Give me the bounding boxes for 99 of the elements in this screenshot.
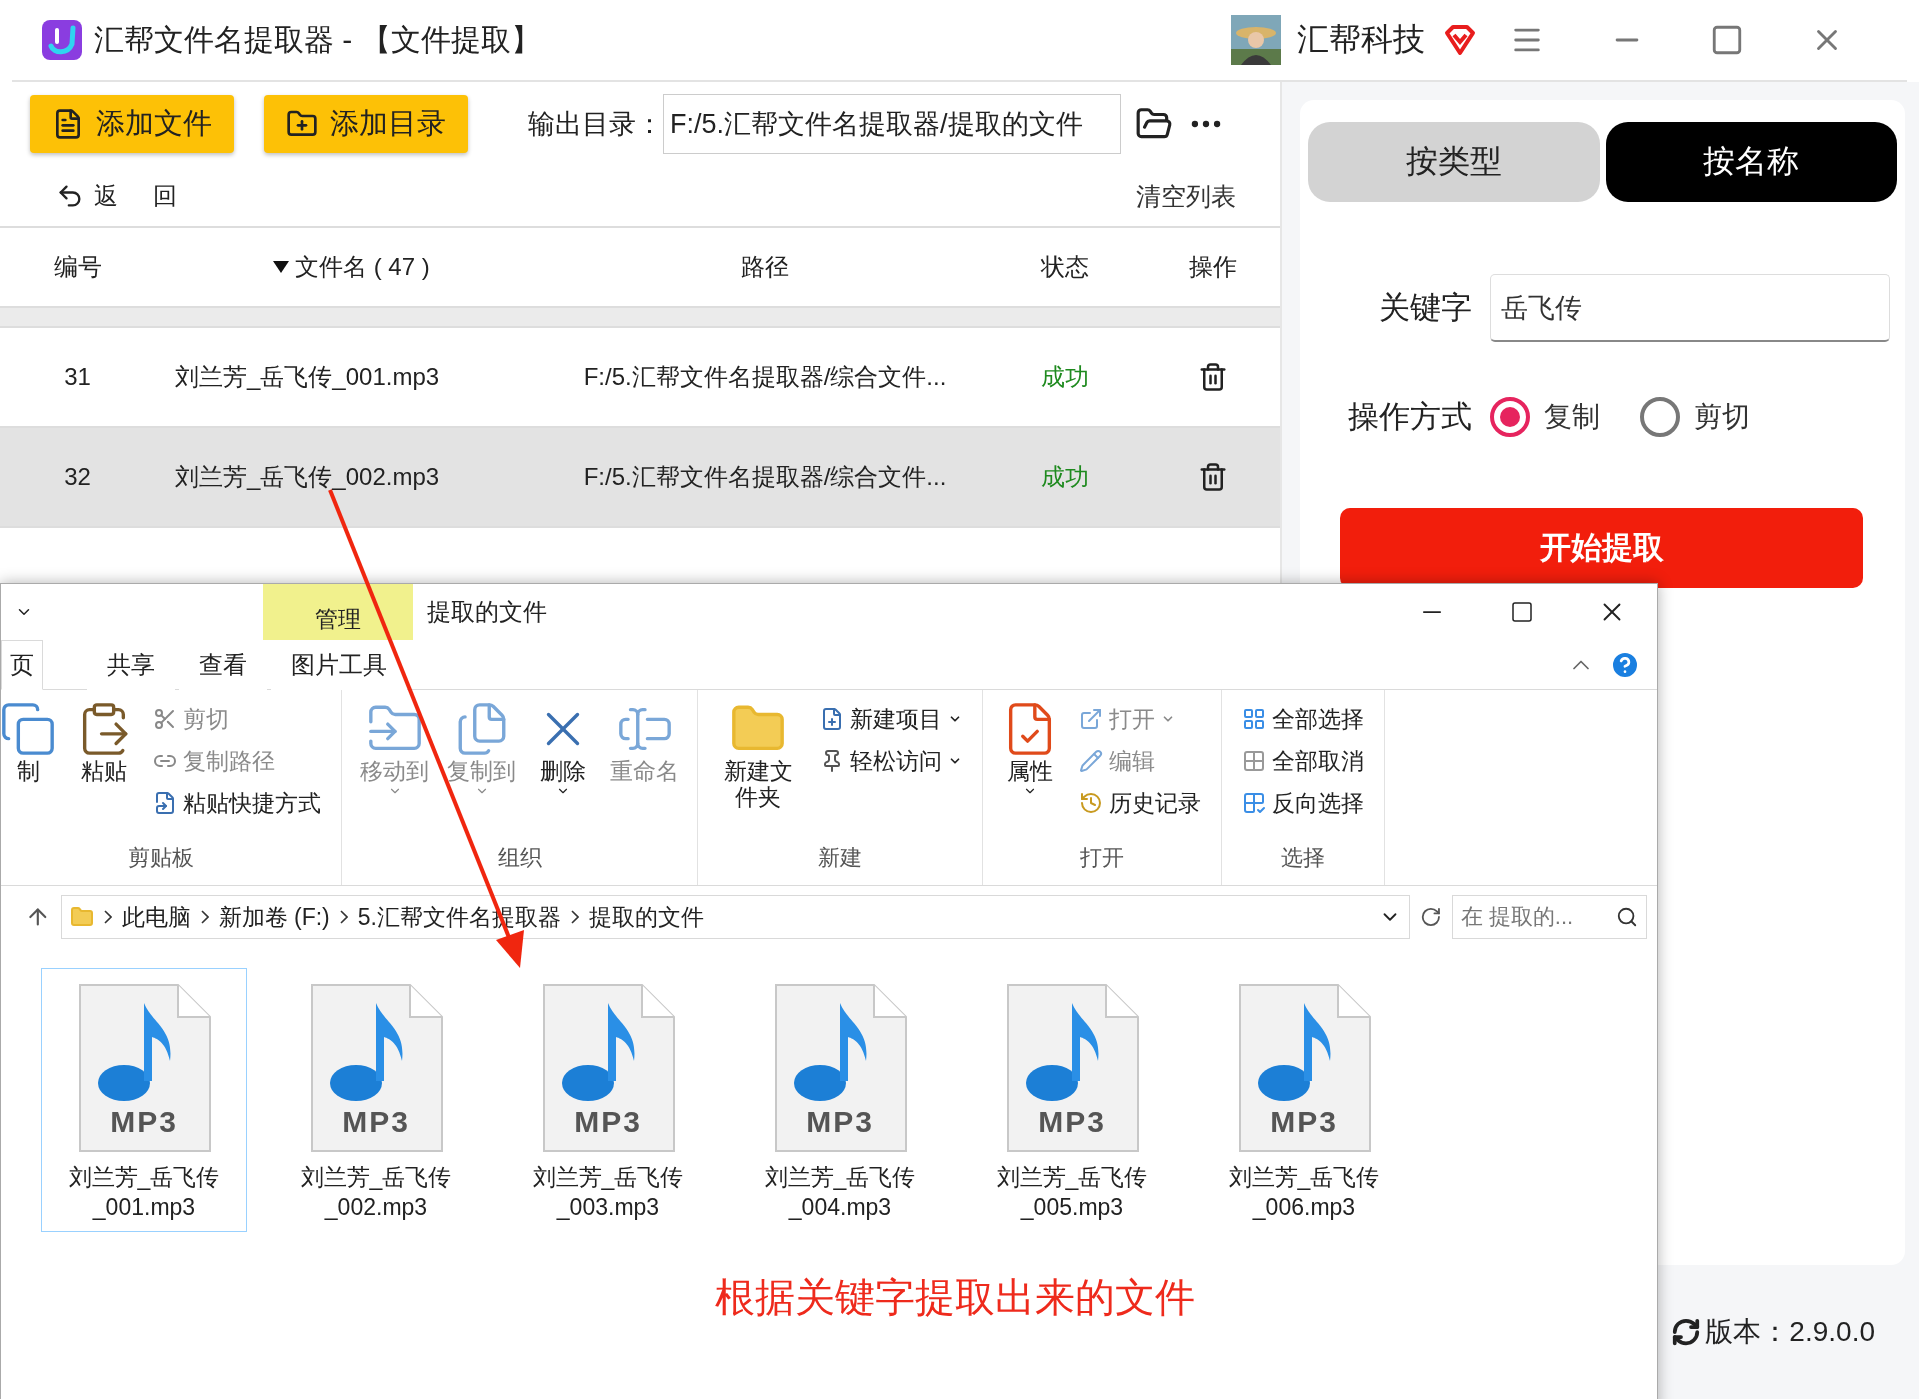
table-cell-text: 刘兰芳_岳飞传_001.mp3 [174,362,440,392]
operation-label: 操作方式 [1347,398,1473,436]
ribbon-button[interactable]: 粘贴 [71,700,137,843]
start-extract-button[interactable]: 开始提取 [1340,508,1863,588]
radio-label: 剪切 [1694,400,1750,434]
select-all-icon [1242,707,1266,731]
file-name: 刘兰芳_岳飞传 _004.mp3 [764,1163,916,1222]
add-folder-button[interactable]: 添加目录 [264,95,468,153]
search-icon [1616,906,1638,928]
ribbon-button[interactable]: 全部选择 [1236,700,1370,738]
file-name: 刘兰芳_岳飞传 _002.mp3 [300,1163,452,1222]
refresh-icon[interactable] [1671,1317,1702,1347]
table-cell: 32 [64,463,91,491]
scissors-icon [153,707,177,731]
column-header[interactable]: 操作 [1145,251,1280,283]
status-text: 成功 [1041,462,1089,492]
file-item[interactable]: MP3 刘兰芳_岳飞传 _003.mp3 [505,968,711,1232]
invert-selection-icon [1242,791,1266,815]
ribbon-button[interactable]: 轻松访问 [814,742,968,780]
output-path-field[interactable]: F:/5.汇帮文件名提取器/提取的文件 [663,94,1121,154]
chevron-icon [339,910,348,924]
table-cell-text: 刘兰芳_岳飞传_002.mp3 [174,462,440,492]
radio-button[interactable] [1640,397,1680,437]
context-tab[interactable]: 管理 [263,584,413,640]
avatar-icon [1231,15,1281,65]
ribbon-button[interactable]: 全部取消 [1236,742,1370,780]
group-label: 新建 [817,844,863,872]
group-label: 选择 [1280,844,1326,872]
file-name: 刘兰芳_岳飞传 _005.mp3 [996,1163,1148,1222]
status-text: 成功 [1041,362,1089,392]
file-item[interactable]: MP3 刘兰芳_岳飞传 _006.mp3 [1201,968,1407,1232]
file-item[interactable]: MP3 刘兰芳_岳飞传 _005.mp3 [969,968,1175,1232]
keyword-field[interactable]: 岳飞传 [1490,274,1890,342]
ribbon-button[interactable]: 新建项目 [814,700,968,738]
app-logo-icon [42,20,82,60]
brand-name: 汇帮科技 [1297,20,1425,59]
chevron-icon [200,910,209,924]
new-item-icon [820,707,844,731]
maximize-icon[interactable] [1510,600,1534,624]
back-button[interactable]: 返 回 [50,179,183,213]
breadcrumb-item[interactable]: 此电脑 [121,901,191,933]
chevron-icon [570,910,579,924]
clear-list-button[interactable]: 清空列表 [1130,178,1242,214]
chevron-icon [103,910,112,924]
radio-label: 复制 [1544,400,1600,434]
add-file-button[interactable]: 添加文件 [30,95,234,153]
edit-icon [1079,749,1103,773]
file-name: 刘兰芳_岳飞传 _001.mp3 [68,1163,220,1222]
column-header[interactable]: 文件名 ( 47 ) [155,251,545,283]
file-type-label: MP3 [1037,1105,1107,1139]
mode-tab[interactable]: 按类型 [1308,122,1600,202]
version-text: 版本：2.9.0.0 [1705,1315,1875,1349]
file-type-label: MP3 [805,1105,875,1139]
heart-badge-icon [1443,23,1477,57]
breadcrumb-item[interactable]: 新加卷 (F:) [218,901,330,933]
mode-tab[interactable]: 按名称 [1605,122,1897,202]
ribbon-button[interactable]: 反向选择 [1236,784,1370,822]
folder-icon [69,905,94,929]
group-label: 打开 [1079,844,1125,872]
file-item[interactable]: MP3 刘兰芳_岳飞传 _004.mp3 [737,968,943,1232]
column-header[interactable]: 状态 [985,251,1145,283]
table-cell: 31 [64,363,91,391]
group-label: 剪贴板 [127,844,195,872]
table-cell-text: F:/5.汇帮文件名提取器/综合文件... [583,362,947,392]
group-label: 组织 [496,844,543,872]
copy-icon [0,700,57,758]
paste-shortcut-icon [153,791,177,815]
file-type-label: MP3 [573,1105,643,1139]
maximize-icon[interactable] [1710,23,1744,57]
file-type-label: MP3 [109,1105,179,1139]
table-cell-text: F:/5.汇帮文件名提取器/综合文件... [583,462,947,492]
file-item[interactable]: MP3 刘兰芳_岳飞传 _001.mp3 [41,968,247,1232]
ribbon-button[interactable]: 粘贴快捷方式 [147,784,327,822]
radio-button[interactable] [1490,397,1530,437]
table-row[interactable]: 32 刘兰芳_岳飞传_002.mp3 F:/5.汇帮文件名提取器/综合文件... 成功 [0,428,1280,528]
output-label: 输出目录： [528,108,663,141]
select-none-icon [1242,749,1266,773]
ribbon-button[interactable]: 历史记录 [1073,784,1207,822]
annotation-text: 根据关键字提取出来的文件 [715,1274,1196,1321]
file-name: 刘兰芳_岳飞传 _006.mp3 [1228,1163,1380,1222]
keyword-label: 关键字 [1378,289,1473,327]
window-title: 提取的文件 [427,597,548,627]
ribbon-button[interactable]: 删除 [530,700,596,843]
ribbon-button[interactable]: 制 [0,700,61,843]
file-type-label: MP3 [341,1105,411,1139]
ribbon-button[interactable]: 新建文件夹 [712,700,804,843]
column-header[interactable]: 路径 [545,251,985,283]
file-type-label: MP3 [1269,1105,1339,1139]
refresh-icon[interactable] [1420,906,1442,928]
file-name: 刘兰芳_岳飞传 _003.mp3 [532,1163,684,1222]
app-title: 汇帮文件名提取器 - 【文件提取】 [94,21,542,58]
file-item[interactable]: MP3 刘兰芳_岳飞传 _002.mp3 [273,968,479,1232]
ribbon-tab[interactable]: 页 [1,640,43,690]
ribbon-button[interactable]: 属性 [997,700,1063,843]
column-header[interactable]: 编号 [0,251,155,283]
breadcrumb-item[interactable]: 提取的文件 [588,901,704,933]
history-icon [1079,791,1103,815]
search-field[interactable]: 在 提取的... [1451,895,1647,939]
open-icon [1079,707,1103,731]
